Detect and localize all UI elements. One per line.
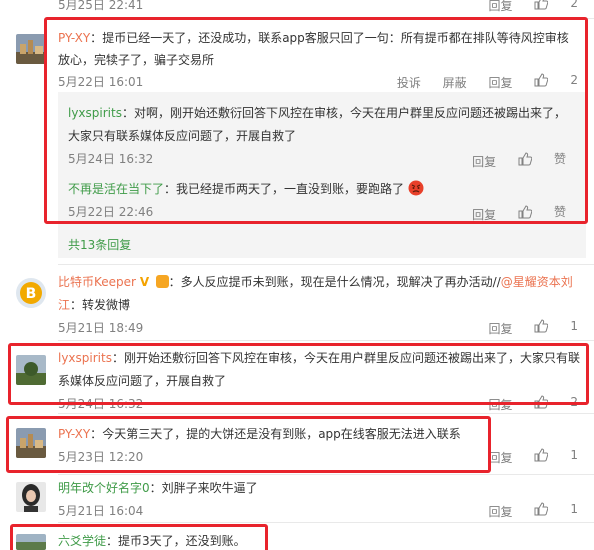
thumbs-up-icon (534, 502, 549, 516)
avatar[interactable] (16, 482, 46, 512)
mention-link-cont[interactable]: 江 (58, 298, 70, 312)
reply-button[interactable]: 回复 (489, 505, 513, 519)
reply-button[interactable]: 回复 (489, 322, 513, 336)
more-replies-link[interactable]: 共13条回复 (68, 236, 131, 253)
comment-date: 5月21日 16:04 (58, 504, 144, 518)
avatar-image (16, 34, 46, 64)
comment-actions: 回复 1 (471, 502, 578, 520)
divider (58, 264, 594, 265)
like-button[interactable]: 1 (534, 502, 578, 516)
comment-actions: 回复 2 (471, 0, 578, 14)
username[interactable]: 明年改个好名字0 (58, 481, 150, 495)
like-button[interactable]: 2 (534, 0, 578, 10)
highlight-box (10, 524, 268, 550)
comment-text-line: 明年改个好名字0：刘胖子来吹牛逼了 (58, 479, 258, 496)
like-count: 1 (570, 319, 578, 333)
thumbs-up-icon (534, 319, 549, 333)
comment-date: 5月25日 22:41 (58, 0, 144, 12)
like-button[interactable]: 1 (534, 448, 578, 462)
bitcoin-icon: B (16, 278, 46, 308)
like-count: 1 (570, 448, 578, 462)
divider (58, 413, 594, 414)
svg-text:B: B (26, 286, 37, 302)
comment-date: 5月21日 18:49 (58, 321, 144, 335)
username[interactable]: 比特币Keeper (58, 275, 136, 289)
reply-button[interactable]: 回复 (489, 0, 513, 13)
colon: ： (70, 298, 83, 312)
colon: ： (149, 481, 162, 495)
like-button[interactable]: 1 (534, 319, 578, 333)
divider (58, 340, 594, 341)
avatar[interactable]: B (16, 278, 46, 308)
highlight-box (44, 17, 588, 224)
avatar-image (16, 482, 46, 512)
reply-button[interactable]: 回复 (489, 451, 513, 465)
mention-link[interactable]: @星耀资本刘 (501, 275, 573, 289)
comment-text: 刘胖子来吹牛逼了 (161, 481, 258, 495)
comment-text-line: 比特币Keeper V ：多人反应提币未到账，现在是什么情况，现解决了再办活动/… (58, 273, 573, 290)
comment-actions: 回复 1 (471, 319, 578, 337)
thumbs-up-icon (534, 0, 549, 10)
fan-badge-icon (155, 275, 169, 288)
colon: ： (168, 275, 181, 289)
like-count: 1 (570, 502, 578, 516)
verified-v-icon: V (139, 275, 150, 289)
divider (58, 474, 594, 475)
highlight-box (6, 416, 491, 473)
divider (58, 522, 594, 523)
like-count: 2 (570, 0, 578, 10)
comment-text-cont: 江：转发微博 (58, 296, 130, 313)
highlight-box (8, 343, 589, 405)
avatar[interactable] (16, 34, 46, 64)
comment-text: 转发微博 (82, 298, 131, 312)
comment-text: 多人反应提币未到账，现在是什么情况，现解决了再办活动// (180, 275, 501, 289)
thumbs-up-icon (534, 448, 549, 462)
